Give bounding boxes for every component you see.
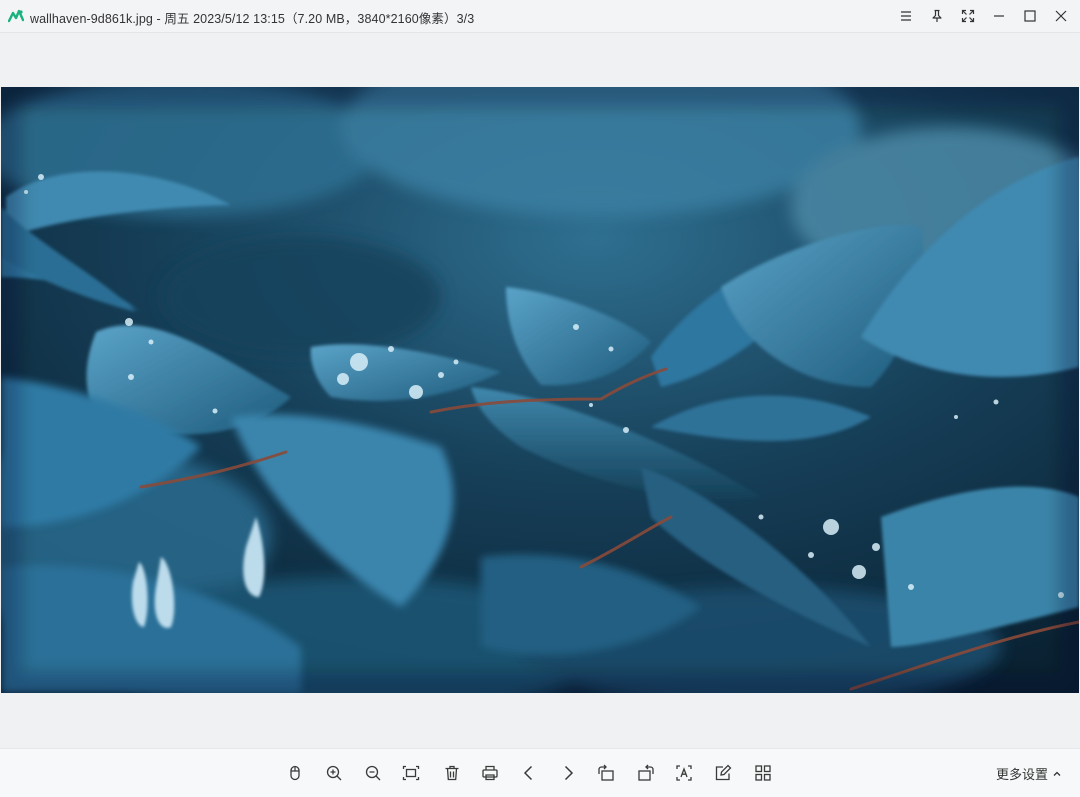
- image-viewport[interactable]: [0, 33, 1080, 748]
- next-icon[interactable]: [556, 761, 580, 785]
- fullscreen-icon[interactable]: [957, 5, 979, 27]
- previous-icon[interactable]: [517, 761, 541, 785]
- title-bar: wallhaven-9d861k.jpg - 周五 2023/5/12 13:1…: [0, 0, 1080, 33]
- app-logo-icon: [8, 9, 24, 23]
- rotate-right-icon[interactable]: [634, 761, 658, 785]
- mouse-icon[interactable]: [283, 761, 307, 785]
- zoom-out-icon[interactable]: [361, 761, 385, 785]
- pin-icon[interactable]: [926, 5, 948, 27]
- bottom-toolbar: 更多设置: [0, 748, 1080, 797]
- print-icon[interactable]: [478, 761, 502, 785]
- minimize-icon[interactable]: [988, 5, 1010, 27]
- fit-screen-icon[interactable]: [399, 761, 423, 785]
- delete-icon[interactable]: [440, 761, 464, 785]
- grid-icon[interactable]: [751, 761, 775, 785]
- zoom-in-icon[interactable]: [322, 761, 346, 785]
- maximize-icon[interactable]: [1019, 5, 1041, 27]
- menu-icon[interactable]: [895, 5, 917, 27]
- ocr-icon[interactable]: [672, 761, 696, 785]
- more-settings-label: 更多设置: [995, 767, 1048, 782]
- close-icon[interactable]: [1050, 5, 1072, 27]
- more-settings-button[interactable]: 更多设置: [996, 764, 1062, 783]
- window-title: wallhaven-9d861k.jpg - 周五 2023/5/12 13:1…: [30, 12, 475, 26]
- edit-icon[interactable]: [711, 761, 735, 785]
- chevron-up-icon: [1053, 771, 1061, 776]
- rotate-left-icon[interactable]: [594, 761, 618, 785]
- photo-image[interactable]: [1, 87, 1079, 693]
